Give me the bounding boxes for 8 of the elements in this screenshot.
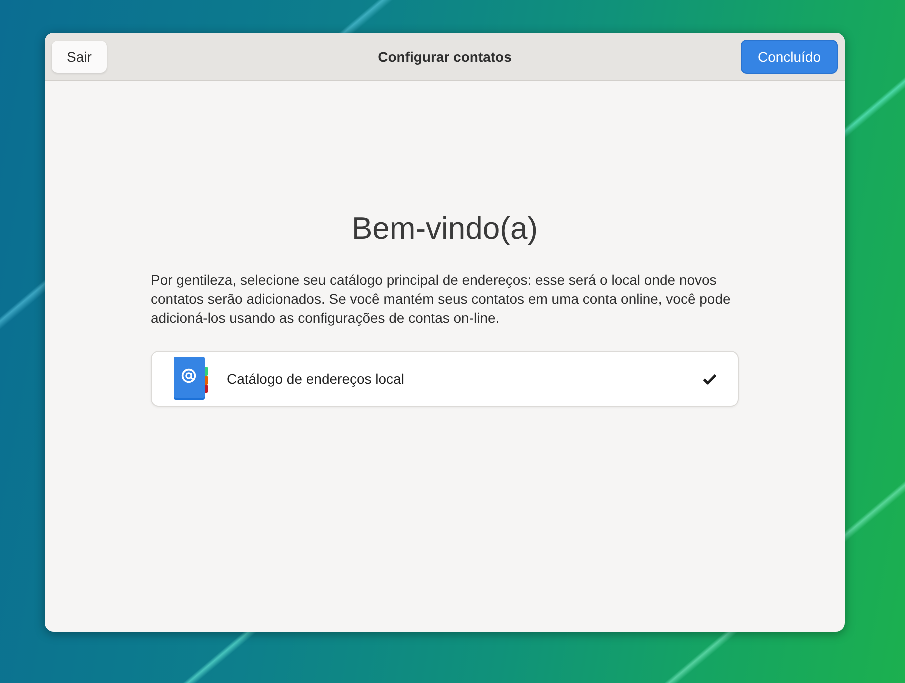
welcome-heading: Bem-vindo(a) (350, 210, 540, 248)
description-text: Por gentileza, selecione seu catálogo principal de endereços: esse será o local onde novos contatos serão adicionados. Se você mantém seus contatos em uma conta online, você pode adicioná-los usando as configurações de contas on-line. (151, 271, 732, 328)
address-book-name: Catálogo de endereços local (227, 371, 406, 387)
quit-button[interactable]: Sair (52, 40, 107, 72)
window-title: Configurar contatos (378, 48, 512, 64)
done-button[interactable]: Concluído (740, 40, 838, 74)
address-book-row[interactable]: Catálogo de endereços local (152, 352, 738, 406)
address-book-icon (173, 357, 209, 401)
